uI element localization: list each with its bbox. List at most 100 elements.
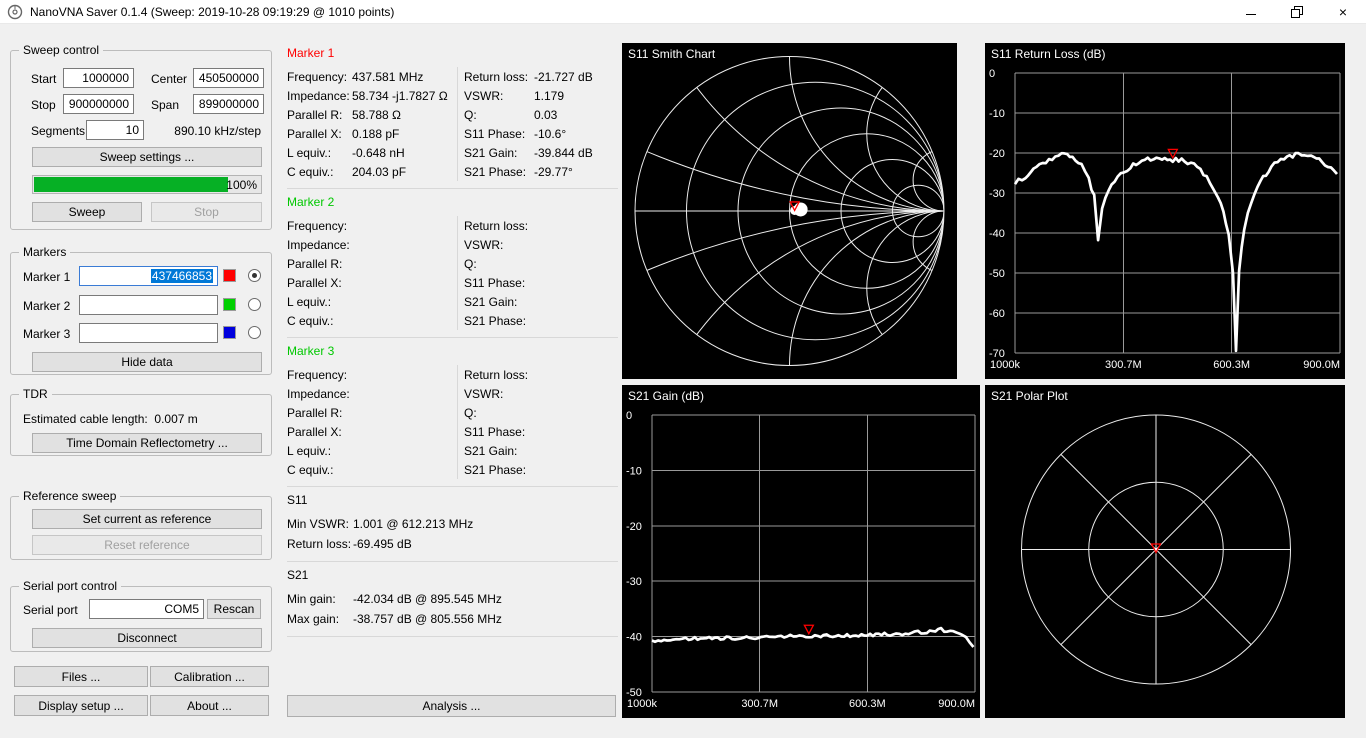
marker1-value: 437466853	[151, 269, 213, 283]
sweep-settings-button[interactable]: Sweep settings ...	[32, 147, 262, 167]
rescan-button[interactable]: Rescan	[207, 599, 261, 619]
serial-port-label: Serial port	[23, 602, 78, 618]
field-label: S11 Phase:	[464, 127, 534, 141]
set-reference-button[interactable]: Set current as reference	[32, 509, 262, 529]
svg-text:-10: -10	[626, 465, 642, 477]
files-button[interactable]: Files ...	[14, 666, 148, 687]
markers-group: Markers Marker 1 437466853 Marker 2 Mark…	[10, 252, 272, 375]
sweep-control-group: Sweep control Start 1000000 Center 45050…	[10, 50, 272, 230]
start-input[interactable]: 1000000	[63, 68, 134, 88]
field-value: -39.844 dB	[534, 146, 593, 160]
hide-data-button-label: Hide data	[121, 355, 172, 369]
marker3-input[interactable]	[79, 323, 218, 343]
step-size-text: 890.10 kHz/step	[174, 123, 261, 139]
stop-input[interactable]: 900000000	[63, 94, 134, 114]
window-controls: ×	[1228, 0, 1366, 24]
calibration-button[interactable]: Calibration ...	[150, 666, 269, 687]
maximize-restore-button[interactable]	[1274, 0, 1320, 24]
span-input[interactable]: 899000000	[193, 94, 264, 114]
segments-input[interactable]: 10	[86, 120, 144, 140]
disconnect-button-label: Disconnect	[117, 631, 176, 645]
marker1-input[interactable]: 437466853	[79, 266, 218, 286]
tdr-button[interactable]: Time Domain Reflectometry ...	[32, 433, 262, 453]
stop-value: 900000000	[69, 97, 129, 111]
marker2-color-swatch[interactable]	[223, 298, 236, 311]
svg-text:1000k: 1000k	[627, 698, 657, 710]
stop-button[interactable]: Stop	[151, 202, 262, 222]
svg-text:-40: -40	[989, 228, 1005, 240]
marker2-data-row: Frequency:Return loss:	[287, 216, 618, 235]
s11-smith-chart: S11 Smith Chart	[622, 43, 957, 379]
field-value: 204.03 pF	[352, 165, 406, 179]
svg-text:-30: -30	[626, 576, 642, 588]
marker2-input[interactable]	[79, 295, 218, 315]
minimize-button[interactable]	[1228, 0, 1274, 24]
s11-data-row: Min VSWR:1.001 @ 612.213 MHz	[287, 514, 618, 534]
svg-text:-50: -50	[989, 268, 1005, 280]
about-button[interactable]: About ...	[150, 695, 269, 716]
s21-polar-chart: S21 Polar Plot	[985, 385, 1345, 718]
field-label: VSWR:	[464, 238, 534, 252]
center-input[interactable]: 450500000	[193, 68, 264, 88]
field-value: -38.757 dB @ 805.556 MHz	[353, 612, 502, 626]
cable-length-label: Estimated cable length: 0.007 m	[23, 411, 198, 427]
sweep-button[interactable]: Sweep	[32, 202, 142, 222]
reset-reference-button[interactable]: Reset reference	[32, 535, 262, 555]
marker3-data-row: L equiv.:S21 Gain:	[287, 441, 618, 460]
marker3-color-swatch[interactable]	[223, 326, 236, 339]
marker3-data-row: C equiv.:S21 Phase:	[287, 460, 618, 479]
field-value: 58.788 Ω	[352, 108, 401, 122]
field-value: 437.581 MHz	[352, 70, 423, 84]
close-button[interactable]: ×	[1320, 0, 1366, 24]
svg-text:900.0M: 900.0M	[1303, 359, 1340, 371]
marker2-data-row: Parallel X:S11 Phase:	[287, 273, 618, 292]
progress-text: 100%	[226, 178, 257, 192]
s21-data-row: Max gain:-38.757 dB @ 805.556 MHz	[287, 609, 618, 629]
disconnect-button[interactable]: Disconnect	[32, 628, 262, 648]
segments-label: Segments	[31, 123, 85, 139]
analysis-button-label: Analysis ...	[422, 699, 480, 713]
window-title: NanoVNA Saver 0.1.4 (Sweep: 2019-10-28 0…	[30, 5, 394, 19]
field-label: S21 Phase:	[464, 314, 534, 328]
marker3-data-row: Impedance:VSWR:	[287, 384, 618, 403]
close-icon: ×	[1339, 4, 1347, 20]
field-label: Parallel R:	[287, 257, 352, 271]
analysis-button[interactable]: Analysis ...	[287, 695, 616, 717]
marker3-data-row: Frequency:Return loss:	[287, 365, 618, 384]
svg-text:0: 0	[989, 68, 995, 80]
sweep-control-group-label: Sweep control	[19, 43, 103, 57]
return-loss-chart-title: S11 Return Loss (dB)	[991, 47, 1106, 61]
field-label: Parallel R:	[287, 108, 352, 122]
set-reference-button-label: Set current as reference	[83, 512, 212, 526]
tdr-group-label: TDR	[19, 387, 52, 401]
marker1-color-swatch[interactable]	[223, 269, 236, 282]
field-label: VSWR:	[464, 387, 534, 401]
marker2-label: Marker 2	[23, 298, 70, 314]
svg-text:-20: -20	[626, 521, 642, 533]
marker1-label: Marker 1	[23, 269, 70, 285]
field-label: S21 Gain:	[464, 146, 534, 160]
serial-port-input[interactable]: COM5	[89, 599, 204, 619]
marker1-radio[interactable]	[248, 269, 261, 282]
marker2-title: Marker 2	[287, 195, 618, 209]
marker2-section: Marker 2 Frequency:Return loss:Impedance:…	[287, 189, 618, 338]
markers-group-label: Markers	[19, 245, 70, 259]
display-setup-button[interactable]: Display setup ...	[14, 695, 148, 716]
center-label: Center	[151, 71, 187, 87]
field-label: Return loss:	[287, 537, 353, 551]
s11-data-row: Return loss:-69.495 dB	[287, 534, 618, 554]
field-label: Parallel X:	[287, 127, 352, 141]
marker2-radio[interactable]	[248, 298, 261, 311]
marker2-data-row: Impedance:VSWR:	[287, 235, 618, 254]
s21-section: S21Min gain:-42.034 dB @ 895.545 MHzMax …	[287, 562, 618, 637]
field-label: Frequency:	[287, 368, 352, 382]
svg-text:-20: -20	[989, 148, 1005, 160]
marker3-label: Marker 3	[23, 326, 70, 342]
marker3-radio[interactable]	[248, 326, 261, 339]
hide-data-button[interactable]: Hide data	[32, 352, 262, 372]
marker3-data-row: Parallel R:Q:	[287, 403, 618, 422]
marker3-data-row: Parallel X:S11 Phase:	[287, 422, 618, 441]
field-label: Parallel X:	[287, 276, 352, 290]
cable-length-value: 0.007 m	[154, 412, 197, 426]
field-label: Frequency:	[287, 70, 352, 84]
